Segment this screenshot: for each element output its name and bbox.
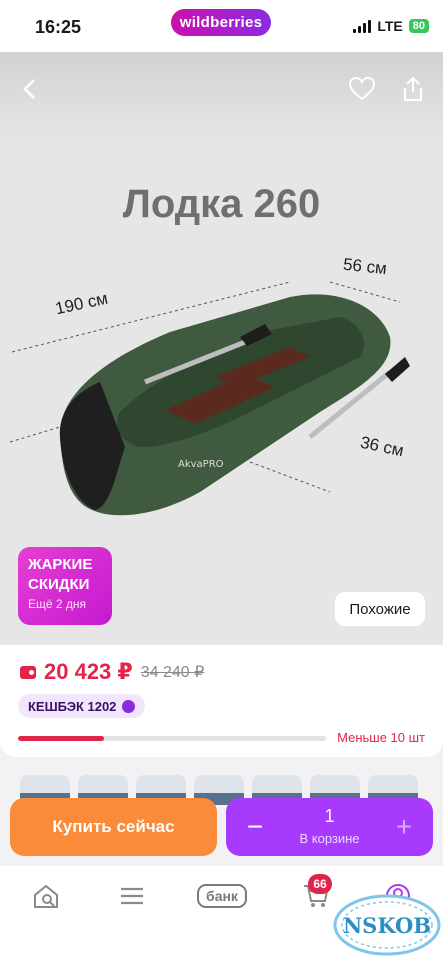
status-indicators: LTE 80 bbox=[353, 18, 429, 34]
back-arrow-icon bbox=[23, 79, 35, 99]
home-search-icon bbox=[34, 884, 58, 908]
hot-sale-badge[interactable]: ЖАРКИЕ СКИДКИ Ещё 2 дня bbox=[18, 547, 112, 625]
cart-quantity-control: − 1 В корзине + bbox=[226, 798, 433, 856]
action-bar: Купить сейчас − 1 В корзине + bbox=[0, 790, 443, 866]
current-price: 20 423 ₽ bbox=[44, 659, 133, 684]
brand-logo: wildberries bbox=[171, 9, 271, 36]
battery-icon: 80 bbox=[408, 19, 429, 33]
menu-icon bbox=[121, 887, 143, 905]
stock-progress bbox=[18, 736, 326, 741]
network-type: LTE bbox=[377, 18, 403, 34]
price-card: 20 423 ₽ 34 240 ₽ КЕШБЭК 1202 Меньше 10 … bbox=[0, 645, 443, 757]
product-title: Лодка 260 bbox=[122, 182, 321, 226]
promo-subtitle: Ещё 2 дня bbox=[28, 597, 87, 611]
cashback-icon bbox=[122, 699, 136, 713]
cart-count-badge: 66 bbox=[308, 874, 332, 894]
favorite-button[interactable] bbox=[347, 74, 377, 104]
promo-title: ЖАРКИЕ СКИДКИ bbox=[28, 556, 93, 593]
bank-label: банк bbox=[197, 884, 247, 908]
tab-home[interactable] bbox=[26, 880, 66, 912]
stock-progress-fill bbox=[18, 736, 105, 741]
status-time: 16:25 bbox=[35, 17, 82, 37]
old-price: 34 240 ₽ bbox=[140, 664, 205, 681]
wallet-icon bbox=[20, 665, 36, 679]
buy-now-button[interactable]: Купить сейчас bbox=[10, 798, 217, 856]
back-button[interactable] bbox=[15, 74, 45, 104]
signal-icon bbox=[353, 19, 372, 33]
heart-icon bbox=[349, 77, 375, 101]
boat-image: AkvaPRO bbox=[9, 281, 410, 516]
share-button[interactable] bbox=[398, 74, 428, 104]
product-gallery[interactable]: Лодка 260 190 см 56 см 36 см AkvaPRO ЖАР… bbox=[0, 52, 443, 652]
nskob-watermark: NSKOB bbox=[333, 894, 441, 956]
price-row: 20 423 ₽ 34 240 ₽ bbox=[20, 659, 204, 685]
status-bar: 16:25 wildberries LTE 80 bbox=[0, 0, 443, 52]
boat-brand-label: AkvaPRO bbox=[178, 459, 224, 470]
watermark-text: NSKOB bbox=[343, 913, 431, 938]
increase-quantity-button[interactable]: + bbox=[379, 798, 429, 856]
similar-button[interactable]: Похожие bbox=[335, 592, 425, 626]
cashback-label: КЕШБЭК 1202 bbox=[28, 698, 117, 714]
tab-bank[interactable]: банк bbox=[193, 880, 251, 912]
share-icon bbox=[404, 76, 422, 101]
cashback-badge[interactable]: КЕШБЭК 1202 bbox=[18, 694, 146, 718]
tab-catalog[interactable] bbox=[112, 880, 152, 912]
stock-label: Меньше 10 шт bbox=[337, 730, 425, 745]
